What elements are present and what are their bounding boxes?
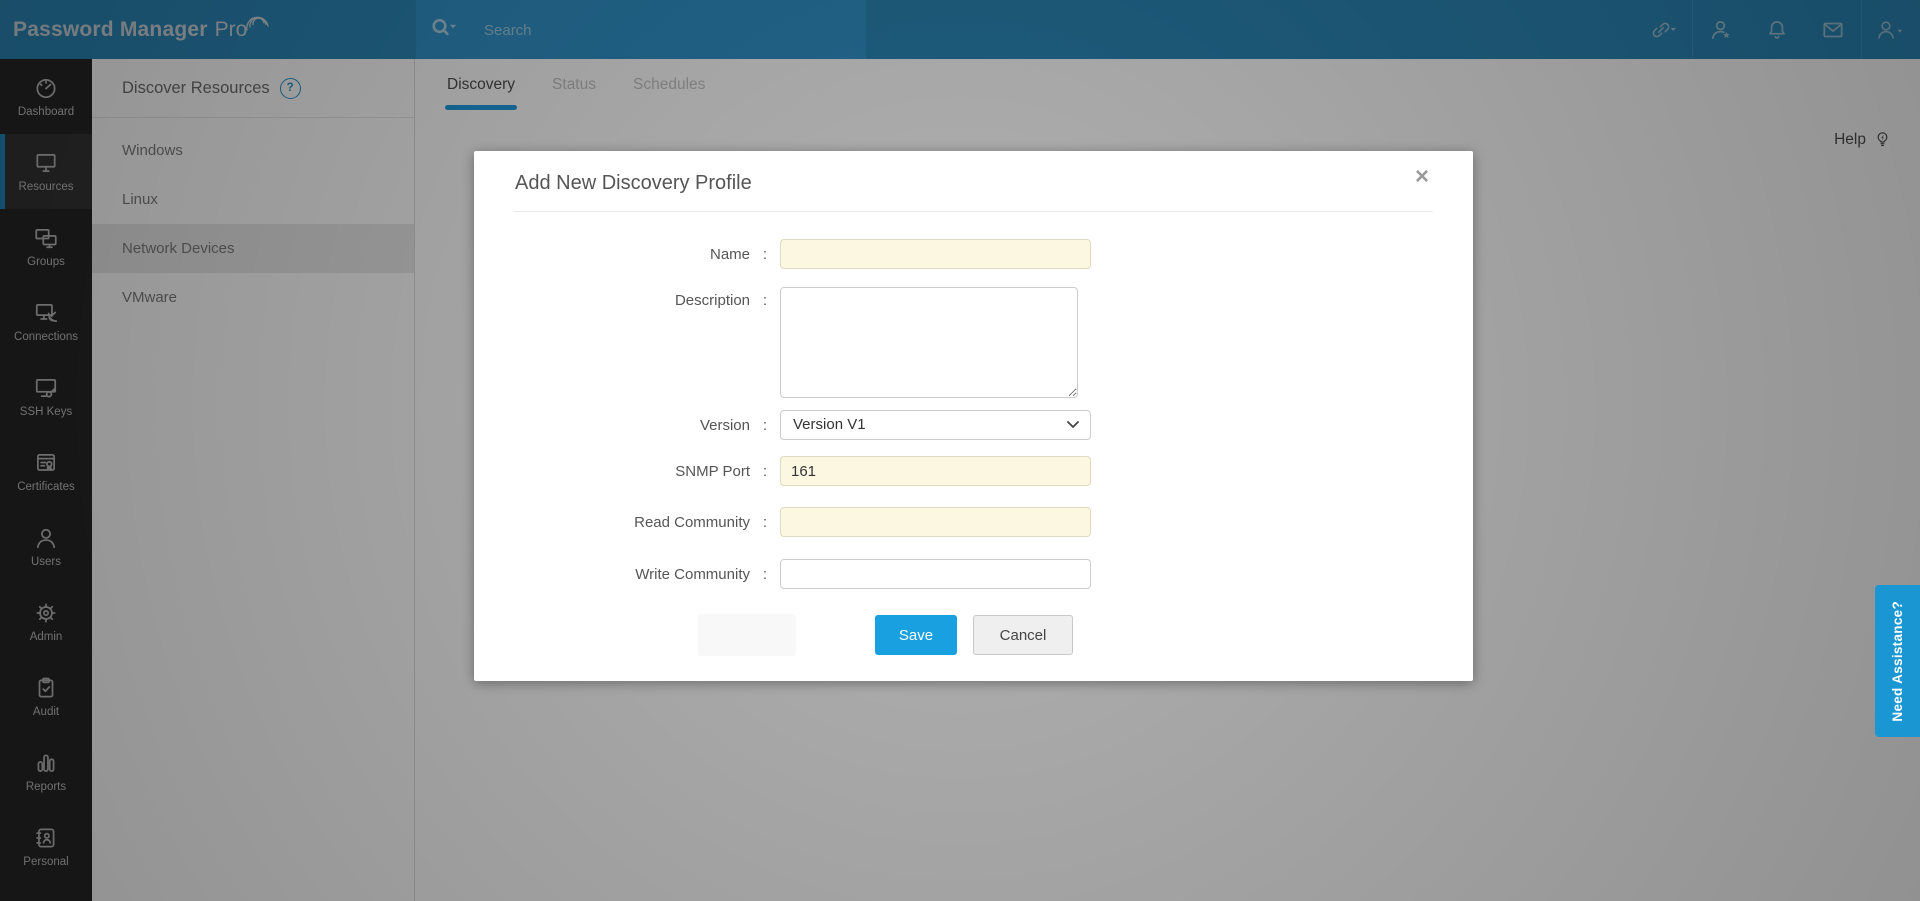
description-label: Description [674, 292, 750, 309]
label-colon: : [762, 462, 768, 480]
name-label: Name [709, 245, 750, 263]
modal-title: Add New Discovery Profile [515, 172, 752, 194]
version-label: Version [699, 416, 750, 434]
snmp-port-label: SNMP Port [675, 462, 750, 480]
label-colon: : [762, 416, 768, 434]
read-community-field-row: Read Community : [474, 507, 1091, 537]
close-icon[interactable]: × [1415, 165, 1429, 189]
name-input[interactable] [780, 239, 1091, 269]
write-community-label: Write Community [635, 565, 750, 583]
label-colon: : [762, 292, 768, 309]
save-button[interactable]: Save [875, 615, 957, 655]
disabled-button-ghost [698, 614, 796, 656]
description-field-row: Description : [474, 287, 1078, 398]
label-colon: : [762, 245, 768, 263]
need-assistance-label: Need Assistance? [1890, 600, 1905, 722]
version-selected-value: Version V1 [793, 416, 866, 433]
label-colon: : [762, 513, 768, 531]
chevron-down-icon [1067, 421, 1079, 428]
write-community-input[interactable] [780, 559, 1091, 589]
version-select[interactable]: Version V1 [780, 410, 1091, 440]
modal-divider [514, 211, 1433, 212]
snmp-port-input[interactable] [780, 456, 1091, 486]
password-manager-pro-app: Password Manager Pro [0, 0, 1920, 901]
label-colon: : [762, 565, 768, 583]
add-discovery-profile-modal: Add New Discovery Profile × Name : Descr… [474, 151, 1473, 681]
description-textarea[interactable] [780, 287, 1078, 398]
read-community-label: Read Community [634, 513, 750, 531]
need-assistance-tab[interactable]: Need Assistance? [1875, 585, 1920, 737]
name-field-row: Name : [474, 239, 1091, 269]
snmp-port-field-row: SNMP Port : [474, 456, 1091, 486]
cancel-button[interactable]: Cancel [973, 615, 1073, 655]
write-community-field-row: Write Community : [474, 559, 1091, 589]
read-community-input[interactable] [780, 507, 1091, 537]
version-field-row: Version : Version V1 [474, 410, 1091, 440]
